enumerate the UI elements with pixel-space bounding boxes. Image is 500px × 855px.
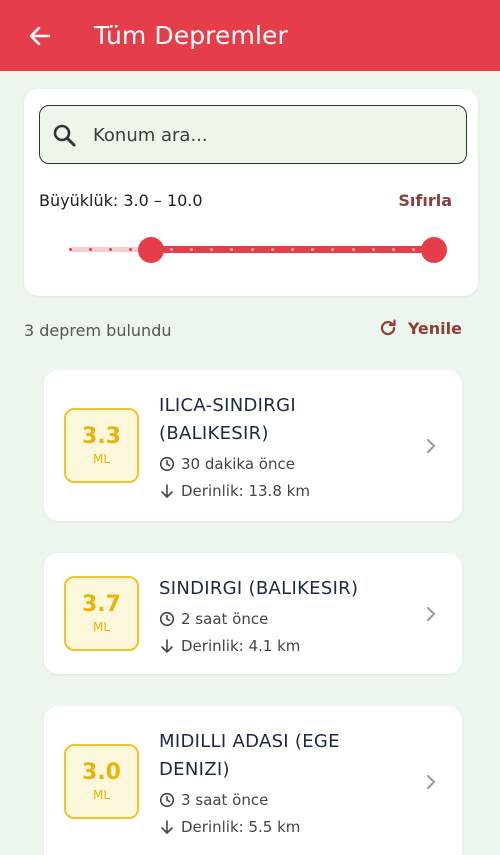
location-name: MIDILLI ADASI (EGE DENIZI) — [159, 731, 340, 780]
app-bar: Tüm Depremler — [0, 0, 500, 71]
arrow-down-icon — [161, 484, 173, 498]
magnitude-value: 3.3 — [82, 424, 121, 449]
magnitude-value: 3.0 — [82, 760, 121, 785]
refresh-button[interactable]: Yenile — [378, 318, 462, 338]
magnitude-range-slider[interactable] — [68, 235, 447, 265]
earthquake-card[interactable]: 3.7 ML SINDIRGI (BALIKESIR) 2 saat önce … — [44, 553, 462, 674]
depth-row: Derinlik: 5.5 km — [159, 818, 300, 836]
magnitude-type: ML — [92, 452, 111, 466]
chevron-right-icon — [427, 775, 435, 789]
slider-thumb-min[interactable] — [137, 237, 164, 263]
page-title: Tüm Depremler — [94, 21, 288, 50]
slider-tick — [189, 248, 193, 251]
slider-thumb-max[interactable] — [421, 237, 447, 263]
time-ago: 3 saat önce — [181, 791, 269, 809]
slider-tick — [108, 248, 112, 251]
refresh-label: Yenile — [407, 318, 462, 338]
slider-tick — [290, 248, 294, 251]
chevron-right-icon — [427, 607, 435, 621]
arrow-down-icon — [161, 639, 173, 653]
location-name: ILICA-SINDIRGI (BALIKESIR) — [159, 395, 296, 444]
clock-icon — [159, 792, 175, 808]
time-row: 2 saat önce — [159, 610, 268, 628]
magnitude-type: ML — [92, 788, 111, 802]
depth-value: Derinlik: 13.8 km — [181, 482, 310, 500]
search-input[interactable] — [93, 118, 453, 152]
magnitude-range-label: Büyüklük: 3.0 – 10.0 — [39, 191, 203, 210]
back-button[interactable] — [22, 18, 58, 54]
clock-icon — [159, 611, 175, 627]
earthquake-card[interactable]: 3.3 ML ILICA-SINDIRGI (BALIKESIR) 30 dak… — [44, 370, 462, 521]
location-name: SINDIRGI (BALIKESIR) — [159, 578, 359, 599]
time-row: 30 dakika önce — [159, 455, 295, 473]
magnitude-badge: 3.3 ML — [64, 408, 139, 483]
time-ago: 30 dakika önce — [181, 455, 295, 473]
time-ago: 2 saat önce — [181, 610, 269, 628]
slider-tick — [88, 248, 92, 251]
slider-tick — [351, 248, 355, 251]
magnitude-value: 3.7 — [82, 592, 121, 617]
magnitude-badge: 3.7 ML — [64, 576, 139, 651]
slider-tick — [371, 248, 375, 251]
arrow-down-icon — [161, 820, 173, 834]
clock-icon — [159, 456, 175, 472]
reset-button[interactable]: Sıfırla — [398, 191, 452, 210]
slider-tick — [169, 248, 173, 251]
search-icon — [53, 124, 76, 147]
magnitude-badge: 3.0 ML — [64, 744, 139, 819]
depth-row: Derinlik: 4.1 km — [159, 637, 300, 655]
slider-tick — [68, 248, 72, 251]
depth-value: Derinlik: 5.5 km — [181, 818, 301, 836]
refresh-icon — [380, 319, 396, 336]
depth-row: Derinlik: 13.8 km — [159, 482, 310, 500]
results-count: 3 deprem bulundu — [24, 321, 172, 340]
arrow-back-icon — [29, 26, 51, 46]
time-row: 3 saat önce — [159, 791, 268, 809]
search-field[interactable] — [39, 105, 467, 164]
magnitude-type: ML — [92, 620, 111, 634]
slider-tick — [250, 248, 254, 251]
depth-value: Derinlik: 4.1 km — [181, 637, 301, 655]
earthquake-card[interactable]: 3.0 ML MIDILLI ADASI (EGE DENIZI) 3 saat… — [44, 706, 462, 855]
filter-card: Büyüklük: 3.0 – 10.0 Sıfırla — [24, 89, 478, 296]
chevron-right-icon — [427, 439, 435, 453]
slider-tick — [270, 248, 274, 251]
